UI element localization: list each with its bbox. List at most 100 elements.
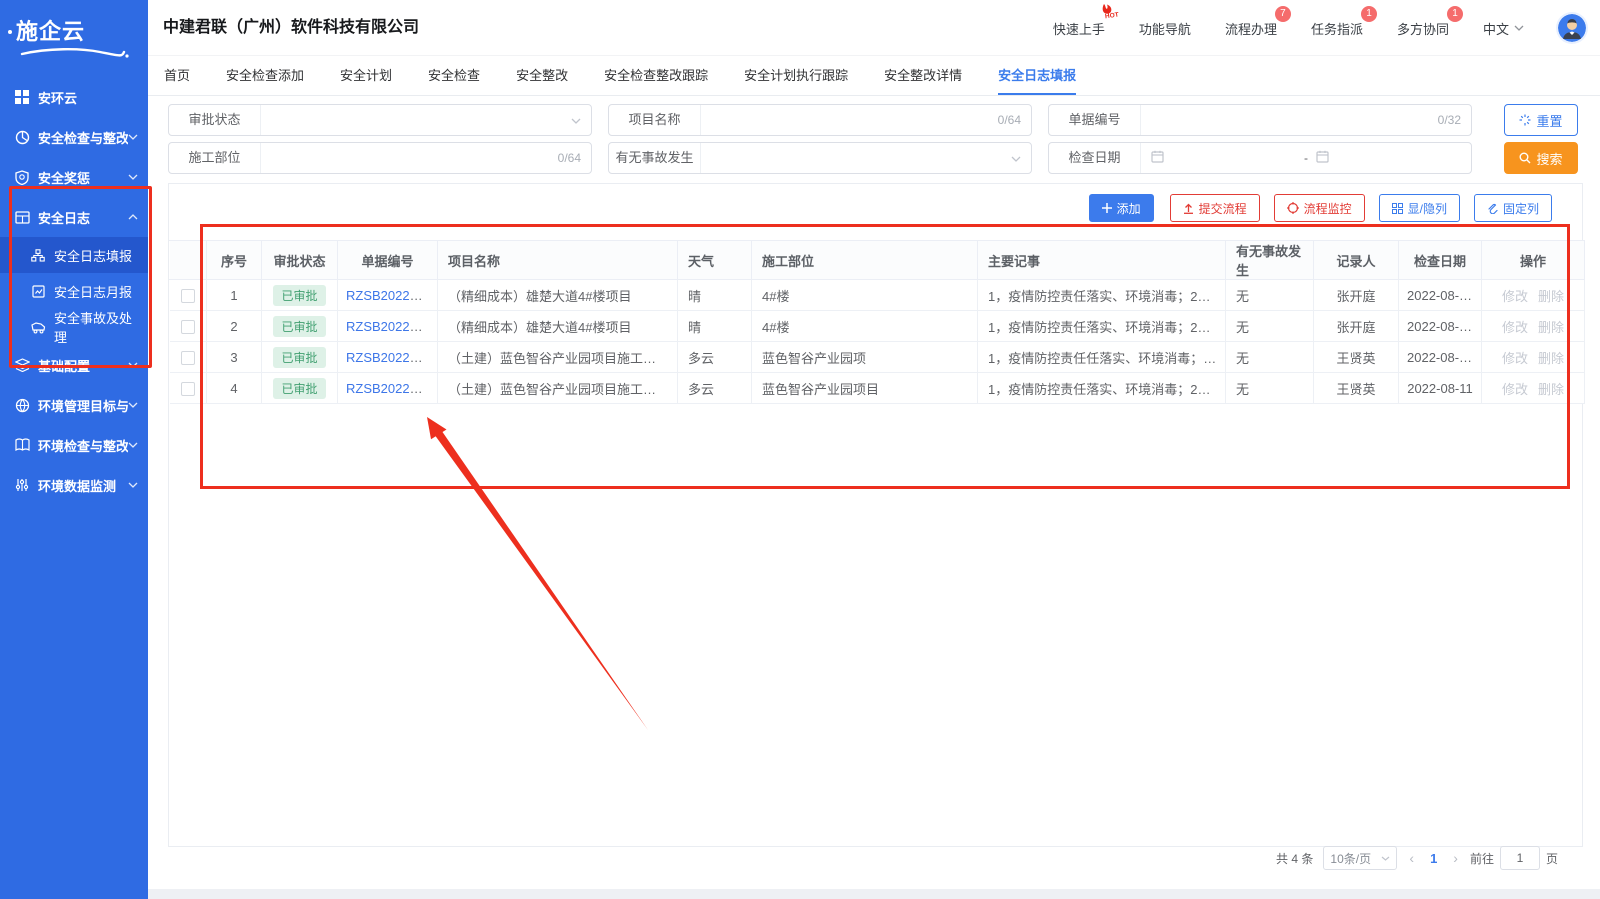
add-button[interactable]: 添加 (1089, 194, 1154, 222)
next-page-button[interactable]: › (1451, 850, 1460, 866)
nav-multi-collab[interactable]: 多方协同 1 (1397, 19, 1449, 38)
tab-safety-check[interactable]: 安全检查 (428, 56, 480, 95)
filter-label: 单据编号 (1049, 105, 1141, 135)
user-avatar[interactable] (1558, 14, 1586, 42)
tab-plan-exec-track[interactable]: 安全计划执行跟踪 (744, 56, 848, 95)
filter-check-date[interactable]: 检查日期 - (1048, 142, 1472, 174)
submit-flow-button[interactable]: 提交流程 (1170, 194, 1260, 222)
sidebar-item-safety-log[interactable]: 安全日志 (0, 197, 148, 237)
col-date: 检查日期 (1399, 241, 1482, 280)
row-checkbox[interactable] (181, 351, 195, 365)
delete-link[interactable]: 删除 (1538, 289, 1564, 304)
filter-label: 审批状态 (169, 105, 261, 135)
count-badge: 1 (1447, 6, 1463, 22)
row-checkbox[interactable] (181, 382, 195, 396)
filter-accident[interactable]: 有无事故发生 (608, 142, 1032, 174)
modify-link[interactable]: 修改 (1502, 351, 1528, 366)
col-actions: 操作 (1482, 241, 1585, 280)
chevron-down-icon (128, 174, 138, 180)
nav-task-assign[interactable]: 任务指派 1 (1311, 19, 1363, 38)
delete-link[interactable]: 删除 (1538, 382, 1564, 397)
col-index: 序号 (207, 241, 262, 280)
doc-no-link[interactable]: RZSB2022080002 (346, 350, 438, 365)
main-area: 中建君联（广州）软件科技有限公司 快速上手 HOT 功能导航 流程办理 7 任务… (148, 0, 1600, 889)
hot-icon: HOT (1095, 3, 1121, 21)
cell-weather: 多云 (678, 373, 752, 404)
doc-no-link[interactable]: RZSB2022080003 (346, 319, 438, 334)
delete-link[interactable]: 删除 (1538, 351, 1564, 366)
modify-link[interactable]: 修改 (1502, 320, 1528, 335)
prev-page-button[interactable]: ‹ (1407, 850, 1416, 866)
chevron-down-icon (1514, 25, 1524, 31)
tab-rectify-detail[interactable]: 安全整改详情 (884, 56, 962, 95)
show-hide-columns-button[interactable]: 显/隐列 (1379, 194, 1460, 222)
sidebar-item-label: 安全检查与整改 (38, 128, 128, 147)
nav-quick-start[interactable]: 快速上手 HOT (1053, 19, 1105, 38)
col-notes: 主要记事 (978, 241, 1226, 280)
status-badge: 已审批 (273, 285, 325, 306)
tab-safety-check-add[interactable]: 安全检查添加 (226, 56, 304, 95)
table-body: 1 已审批 RZSB2022080004 （精细成本）雄楚大道4#楼项目 晴 4… (170, 280, 1585, 404)
char-counter: 0/64 (998, 113, 1021, 127)
filter-label: 项目名称 (609, 105, 701, 135)
modify-link[interactable]: 修改 (1502, 382, 1528, 397)
filter-label: 检查日期 (1049, 143, 1141, 173)
sidebar-item-env-targets[interactable]: 环境管理目标与... (0, 385, 148, 425)
tab-home[interactable]: 首页 (164, 56, 190, 95)
total-count: 共 4 条 (1276, 850, 1313, 867)
reset-button[interactable]: 重置 (1504, 104, 1578, 136)
row-checkbox[interactable] (181, 320, 195, 334)
sidebar-item-safety-log-fill[interactable]: 安全日志填报 (0, 237, 148, 273)
search-icon (1519, 152, 1531, 164)
cell-accident: 无 (1226, 311, 1314, 342)
calendar-icon (1151, 150, 1164, 166)
sidebar-item-label: 基础配置 (38, 356, 128, 375)
chevron-down-icon (1381, 856, 1390, 861)
sidebar-item-safety-rewards[interactable]: 安全奖惩 (0, 157, 148, 197)
tab-check-rectify-track[interactable]: 安全检查整改跟踪 (604, 56, 708, 95)
logo-dot-decor (8, 30, 12, 34)
filter-project-name[interactable]: 项目名称 0/64 (608, 104, 1032, 136)
tab-safety-log-fill[interactable]: 安全日志填报 (998, 56, 1076, 95)
sidebar-item-safety-incident[interactable]: 安全事故及处理 (0, 309, 148, 345)
row-checkbox[interactable] (181, 289, 195, 303)
header-nav: 快速上手 HOT 功能导航 流程办理 7 任务指派 1 多方协同 1 中文 (1053, 0, 1586, 56)
tab-safety-plan[interactable]: 安全计划 (340, 56, 392, 95)
page-size-select[interactable]: 10条/页 (1323, 846, 1397, 870)
cell-notes: 1，疫情防控责任落实、环境消毒；2，人员每... (978, 311, 1226, 342)
nav-feature-guide[interactable]: 功能导航 (1139, 19, 1191, 38)
filter-doc-no[interactable]: 单据编号 0/32 (1048, 104, 1472, 136)
sidebar-item-basic-config[interactable]: 基础配置 (0, 345, 148, 385)
sidebar-item-safety-log-monthly[interactable]: 安全日志月报 (0, 273, 148, 309)
sidebar-item-anhuanyun[interactable]: 安环云 (0, 77, 148, 117)
fixed-columns-button[interactable]: 固定列 (1474, 194, 1552, 222)
modify-link[interactable]: 修改 (1502, 289, 1528, 304)
filter-location[interactable]: 施工部位 0/64 (168, 142, 592, 174)
chevron-down-icon (128, 442, 138, 448)
nav-process-handle[interactable]: 流程办理 7 (1225, 19, 1277, 38)
monitor-icon (14, 477, 30, 493)
page-number[interactable]: 1 (1426, 851, 1441, 866)
cell-location: 4#楼 (752, 280, 978, 311)
cell-notes: 1，疫情防控责任任落实、环境消毒；2，人员每... (978, 342, 1226, 373)
goto-page-input[interactable] (1500, 846, 1540, 870)
sidebar-item-safety-inspection[interactable]: 安全检查与整改 (0, 117, 148, 157)
count-badge: 1 (1361, 6, 1377, 22)
flow-monitor-button[interactable]: 流程监控 (1274, 194, 1365, 222)
language-selector[interactable]: 中文 (1483, 19, 1524, 38)
doc-no-link[interactable]: RZSB2022080001 (346, 381, 438, 396)
sidebar-item-label: 安全奖惩 (38, 168, 128, 187)
col-doc-no: 单据编号 (338, 241, 438, 280)
sidebar-item-label: 环境数据监测 (38, 476, 128, 495)
doc-no-link[interactable]: RZSB2022080004 (346, 288, 438, 303)
sidebar-item-label: 环境检查与整改 (38, 436, 128, 455)
status-badge: 已审批 (273, 347, 325, 368)
sidebar-item-env-monitoring[interactable]: 环境数据监测 (0, 465, 148, 505)
search-button[interactable]: 搜索 (1504, 142, 1578, 174)
company-title: 中建君联（广州）软件科技有限公司 (163, 0, 419, 56)
sidebar-item-env-inspection[interactable]: 环境检查与整改 (0, 425, 148, 465)
logo-swoosh-decor (18, 47, 130, 59)
filter-approval-status[interactable]: 审批状态 (168, 104, 592, 136)
delete-link[interactable]: 删除 (1538, 320, 1564, 335)
tab-safety-rectify[interactable]: 安全整改 (516, 56, 568, 95)
